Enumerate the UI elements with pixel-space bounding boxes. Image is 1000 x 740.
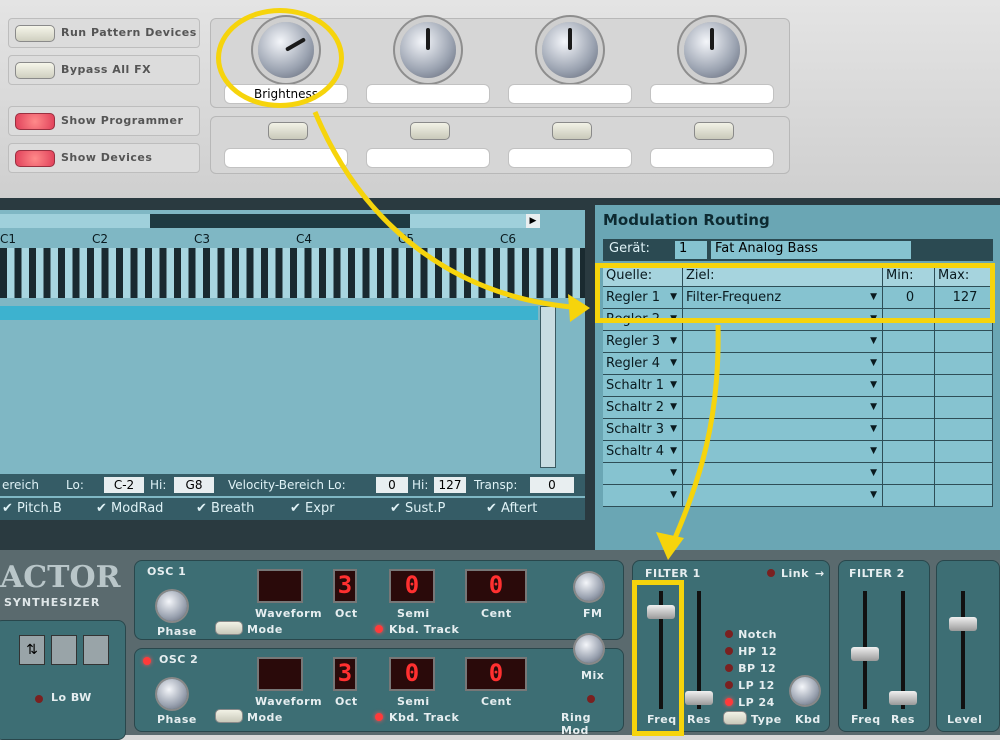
arrow-to-routing bbox=[312, 111, 586, 311]
annotation-arrows bbox=[312, 111, 721, 560]
arrowhead bbox=[656, 532, 684, 560]
arrow-to-filter bbox=[669, 324, 721, 546]
arrowhead bbox=[568, 294, 590, 322]
